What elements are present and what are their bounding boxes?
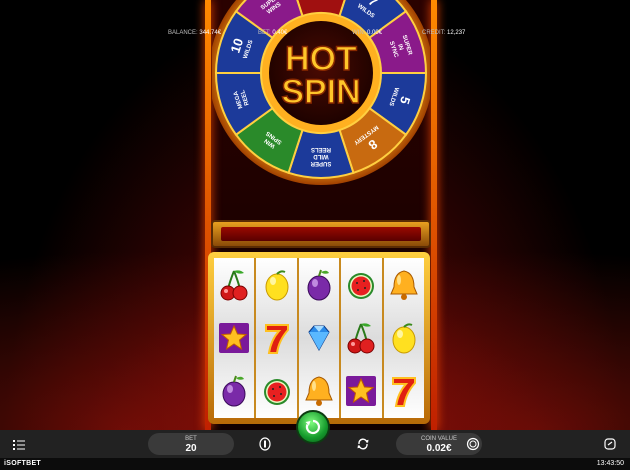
credit-stat: CREDIT: 12,237 [422, 30, 465, 36]
reel-4 [341, 258, 382, 418]
seven-symbol [384, 365, 424, 418]
reel-2 [256, 258, 297, 418]
credit-value: 12,237 [447, 30, 466, 36]
reels-grid [214, 258, 424, 418]
balance-stat: BALANCE: 344.74€ [168, 30, 221, 36]
bell-symbol [384, 258, 424, 311]
cherry-symbol [341, 311, 381, 364]
win-value: 0.00€ [367, 30, 383, 36]
bet-stat-label: BET: [258, 30, 271, 36]
spin-button[interactable] [296, 410, 330, 444]
lemon-symbol [384, 311, 424, 364]
star-symbol [341, 365, 381, 418]
bet-value: 20 [185, 443, 197, 454]
win-stat: WIN: 0.00€ [352, 30, 382, 36]
diamond-symbol [299, 311, 339, 364]
coin-icon[interactable] [466, 437, 480, 451]
bet-stat-value: 0.40€ [272, 30, 288, 36]
win-label: WIN: [352, 30, 366, 36]
seven-symbol [256, 311, 296, 364]
bet-label: BET [185, 436, 197, 442]
reel-top-bar [211, 220, 431, 248]
autoplay-icon[interactable] [356, 437, 370, 451]
watermelon-symbol [341, 258, 381, 311]
reel-5 [383, 258, 424, 418]
hot-spin-wheel: 9MYSTERY7WILDSSUPERINSYNC5WILDS8MYSTERYS… [212, 0, 430, 185]
cherry-symbol [214, 258, 254, 311]
lemon-symbol [256, 258, 296, 311]
credit-label: CREDIT: [422, 30, 446, 36]
watermelon-symbol [256, 365, 296, 418]
balance-label: BALANCE: [168, 30, 198, 36]
reels-frame [208, 252, 430, 424]
menu-icon[interactable] [12, 438, 26, 452]
bet-stat: BET: 0.40€ [258, 30, 287, 36]
reel-3 [298, 258, 340, 418]
star-symbol [214, 311, 254, 364]
plum-symbol [299, 258, 339, 311]
bell-symbol [299, 365, 339, 418]
status-row [0, 458, 630, 470]
clock: 13:43:50 [596, 460, 624, 467]
history-icon[interactable] [603, 437, 617, 451]
wheel-title-spin: SPIN [281, 73, 360, 111]
coins-icon[interactable] [258, 437, 272, 451]
balance-value: 344.74€ [199, 30, 222, 36]
reel-top-bar-inner [221, 227, 421, 241]
bet-selector[interactable]: BET 20 [148, 433, 234, 455]
reel-1 [214, 258, 255, 418]
plum-symbol [214, 365, 254, 418]
provider-logo: iSOFTBET [4, 460, 42, 467]
spin-arrow-icon [305, 419, 321, 435]
